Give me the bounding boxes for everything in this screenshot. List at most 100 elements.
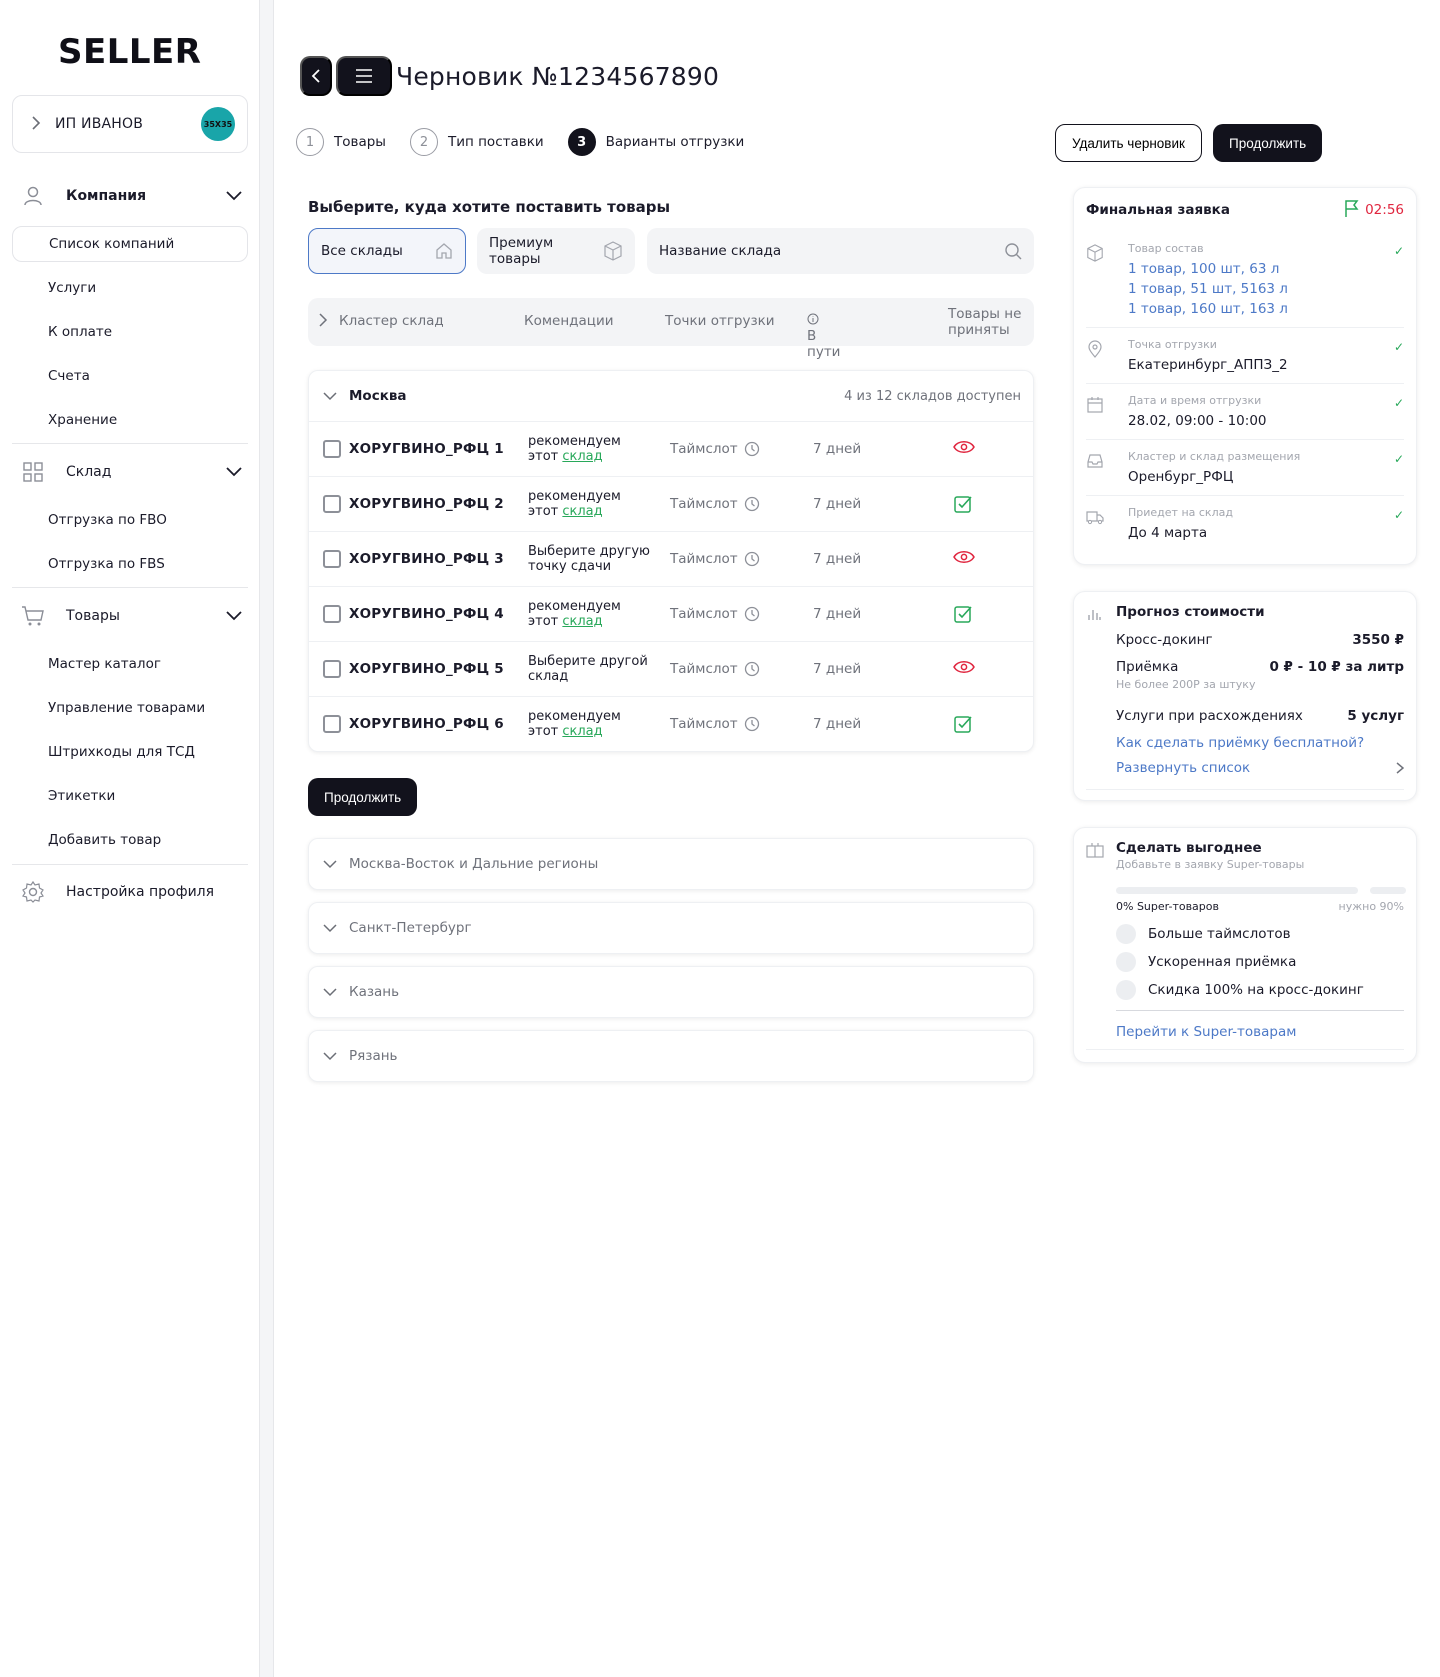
- transit-days: 7 дней: [813, 716, 862, 732]
- super-goods-link[interactable]: Перейти к Super-товарам: [1116, 1024, 1296, 1040]
- warehouse-row[interactable]: ХОРУГВИНО_РФЦ 4 рекомендуем этот склад Т…: [309, 586, 1033, 641]
- checkbox-checked-icon[interactable]: [953, 714, 973, 738]
- timeslot-label: Таймслот: [670, 661, 738, 677]
- filter-premium[interactable]: Премиум товары: [477, 228, 635, 274]
- make-better-panel: Сделать выгоднее Добавьте в заявку Super…: [1073, 827, 1417, 1063]
- chevron-down-icon: [323, 859, 343, 869]
- back-button[interactable]: [300, 56, 332, 96]
- final-arrive: ✓ Приедет на склад До 4 марта: [1086, 496, 1404, 551]
- timeslot[interactable]: Таймслот: [670, 716, 760, 732]
- clock-icon: [744, 606, 759, 622]
- cluster-card-east[interactable]: Москва-Восток и Дальние регионы: [308, 838, 1034, 890]
- cluster-card-kazan[interactable]: Казань: [308, 966, 1034, 1018]
- nav-item-storage[interactable]: Хранение: [12, 402, 248, 438]
- eye-icon[interactable]: [953, 659, 975, 679]
- nav-goods-header[interactable]: Товары: [12, 594, 248, 638]
- nav-item-goods-management[interactable]: Управление товарами: [12, 690, 248, 726]
- cluster-card-spb[interactable]: Санкт-Петербург: [308, 902, 1034, 954]
- search-icon: [1004, 242, 1022, 260]
- step-supply-type[interactable]: 2 Тип поставки: [409, 128, 544, 156]
- goods-link[interactable]: 1 товар, 51 шт, 5163 л: [1128, 279, 1404, 299]
- nav-company-header[interactable]: Компания: [12, 174, 248, 218]
- need-label: нужно 90%: [1338, 900, 1404, 913]
- continue-top-button[interactable]: Продолжить: [1213, 124, 1323, 162]
- option-fast-acceptance[interactable]: Ускоренная приёмка: [1116, 952, 1296, 972]
- cluster-header[interactable]: Москва 4 из 12 складов доступен: [309, 371, 1033, 421]
- cluster-header[interactable]: Москва-Восток и Дальние регионы: [309, 839, 1033, 889]
- warehouse-row[interactable]: ХОРУГВИНО_РФЦ 1 рекомендуем этот склад Т…: [309, 421, 1033, 476]
- goods-link[interactable]: 1 товар, 100 шт, 63 л: [1128, 259, 1404, 279]
- cluster-header[interactable]: Рязань: [309, 1031, 1033, 1081]
- expand-list-row[interactable]: Развернуть список: [1116, 760, 1404, 776]
- recommend-link[interactable]: склад: [562, 449, 602, 464]
- checkbox-checked-icon[interactable]: [953, 494, 973, 518]
- cluster-name: Казань: [349, 984, 400, 1000]
- row-checkbox[interactable]: [323, 605, 341, 623]
- check-icon: ✓: [1393, 244, 1404, 258]
- timeslot[interactable]: Таймслот: [670, 441, 760, 457]
- nav-settings-item[interactable]: Настройка профиля: [12, 870, 248, 914]
- nav-item-master-catalog[interactable]: Мастер каталог: [12, 646, 248, 682]
- recommend-link[interactable]: склад: [562, 614, 602, 629]
- step-shipment-options[interactable]: 3 Варианты отгрузки: [567, 128, 744, 156]
- step-goods[interactable]: 1 Товары: [296, 128, 386, 156]
- warehouse-search-input[interactable]: Название склада: [647, 228, 1034, 274]
- nav-item-add-goods[interactable]: Добавить товар: [12, 822, 248, 858]
- warehouse-row[interactable]: ХОРУГВИНО_РФЦ 2 рекомендуем этот склад Т…: [309, 476, 1033, 531]
- accept-value: 0 ₽ - 10 ₽ за литр: [1269, 659, 1404, 675]
- eye-icon[interactable]: [953, 439, 975, 459]
- nav-item-invoices[interactable]: Счета: [12, 358, 248, 394]
- nav-item-barcodes[interactable]: Штрихкоды для ТСД: [12, 734, 248, 770]
- date-label: Дата и время отгрузки: [1128, 394, 1262, 407]
- row-checkbox[interactable]: [323, 660, 341, 678]
- continue-button[interactable]: Продолжить: [308, 778, 418, 816]
- nav-item-payment[interactable]: К оплате: [12, 314, 248, 350]
- free-acceptance-link[interactable]: Как сделать приёмку бесплатной?: [1116, 735, 1364, 751]
- filter-all-warehouses[interactable]: Все склады: [308, 228, 466, 274]
- cluster-card-ryazan[interactable]: Рязань: [308, 1030, 1034, 1082]
- option-radio[interactable]: [1116, 924, 1136, 944]
- point-label: Точка отгрузки: [1128, 338, 1217, 351]
- goods-link[interactable]: 1 товар, 160 шт, 163 л: [1128, 299, 1404, 319]
- forecast-title: Прогноз стоимости: [1116, 604, 1265, 620]
- services-value: 5 услуг: [1347, 708, 1404, 724]
- recommend-link[interactable]: склад: [562, 504, 602, 519]
- nav-item-fbo[interactable]: Отгрузка по FBO: [12, 502, 248, 538]
- cluster-header[interactable]: Казань: [309, 967, 1033, 1017]
- warehouse-row[interactable]: ХОРУГВИНО_РФЦ 6 рекомендуем этот склад Т…: [309, 696, 1033, 751]
- delete-draft-button[interactable]: Удалить черновик: [1055, 124, 1202, 162]
- account-switcher[interactable]: ИП ИВАНОВ 35X35: [12, 95, 248, 153]
- row-checkbox[interactable]: [323, 440, 341, 458]
- nav-item-company-list[interactable]: Список компаний: [12, 226, 248, 262]
- account-name: ИП ИВАНОВ: [55, 116, 144, 132]
- option-timeslots[interactable]: Больше таймслотов: [1116, 924, 1291, 944]
- option-discount[interactable]: Скидка 100% на кросс-докинг: [1116, 980, 1364, 1000]
- menu-button[interactable]: [336, 56, 392, 96]
- checkbox-checked-icon[interactable]: [953, 604, 973, 628]
- timeslot[interactable]: Таймслот: [670, 496, 760, 512]
- nav-item-labels[interactable]: Этикетки: [12, 778, 248, 814]
- timeslot[interactable]: Таймслот: [670, 661, 760, 677]
- warehouse-row[interactable]: ХОРУГВИНО_РФЦ 3 Выберите другую точку сд…: [309, 531, 1033, 586]
- recommendation: Выберите другой склад: [528, 654, 658, 684]
- timeslot[interactable]: Таймслот: [670, 551, 760, 567]
- recommend-link[interactable]: склад: [562, 724, 602, 739]
- eye-icon[interactable]: [953, 549, 975, 569]
- chart-icon: [1086, 606, 1102, 626]
- nav-warehouse: Склад Отгрузка по FBO Отгрузка по FBS: [12, 450, 248, 582]
- expand-list-link[interactable]: Развернуть список: [1116, 760, 1250, 776]
- option-radio[interactable]: [1116, 952, 1136, 972]
- timeslot-label: Таймслот: [670, 441, 738, 457]
- row-checkbox[interactable]: [323, 715, 341, 733]
- progress-target: [1370, 887, 1406, 894]
- nav-item-fbs[interactable]: Отгрузка по FBS: [12, 546, 248, 582]
- nav-warehouse-header[interactable]: Склад: [12, 450, 248, 494]
- cluster-header[interactable]: Санкт-Петербург: [309, 903, 1033, 953]
- timeslot[interactable]: Таймслот: [670, 606, 760, 622]
- warehouse-row[interactable]: ХОРУГВИНО_РФЦ 5 Выберите другой склад Та…: [309, 641, 1033, 696]
- row-checkbox[interactable]: [323, 550, 341, 568]
- row-checkbox[interactable]: [323, 495, 341, 513]
- better-title: Сделать выгоднее: [1116, 840, 1262, 856]
- nav-item-services[interactable]: Услуги: [12, 270, 248, 306]
- option-radio[interactable]: [1116, 980, 1136, 1000]
